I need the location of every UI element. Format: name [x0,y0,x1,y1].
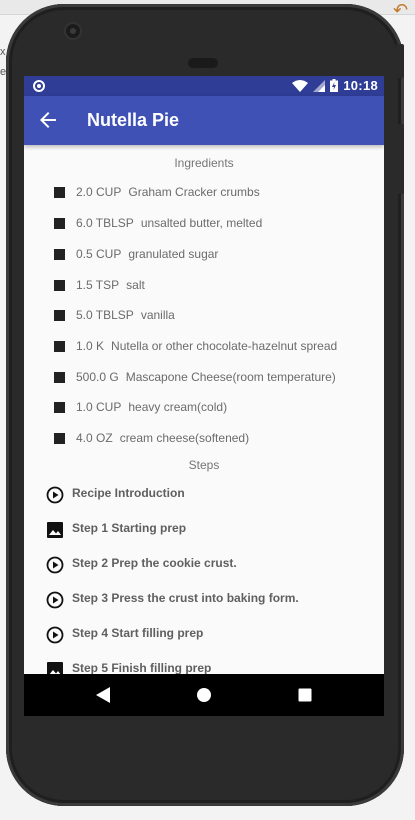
back-button[interactable] [36,108,60,132]
ingredient-quantity: 5.0 TBLSP [76,308,134,322]
ingredient-quantity: 1.5 TSP [76,278,120,292]
wifi-icon [292,79,309,92]
ingredient-item: 1.0 CUP heavy cream(cold) [54,397,227,417]
ingredient-name: granulated sugar [128,247,219,261]
ingredient-item: 1.0 K Nutella or other chocolate-hazelnu… [54,336,337,356]
ingredient-name: Nutella or other chocolate-hazelnut spre… [111,339,338,353]
desktop-fragment: x [0,46,6,58]
image-icon [47,662,63,674]
ingredient-name: unsalted butter, melted [140,216,263,230]
nav-home-button[interactable] [179,674,229,716]
ingredient-name: Mascapone Cheese(room temperature) [125,370,336,384]
bullet-icon [54,401,65,413]
battery-icon [330,79,339,92]
app-bar: Nutella Pie [24,96,384,145]
step-label: Step 3 Press the crust into baking form. [72,591,299,605]
play-circle-icon [46,556,64,574]
image-icon [47,522,63,538]
ingredient-item: 500.0 G Mascapone Cheese(room temperatur… [54,367,336,387]
ingredient-name: vanilla [140,308,175,322]
status-icons: 10:18 [292,78,378,93]
step-label: Step 5 Finish filling prep [72,661,212,674]
bullet-icon [54,371,65,383]
earpiece-speaker [188,58,218,68]
ingredient-item: 4.0 OZ cream cheese(softened) [54,428,249,448]
ingredient-item: 1.5 TSP salt [54,275,145,295]
nav-back-button[interactable] [78,674,128,716]
status-time: 10:18 [343,78,378,93]
ingredient-item: 2.0 CUP Graham Cracker crumbs [54,182,260,202]
ingredient-quantity: 1.0 CUP [76,400,122,414]
front-camera [66,24,80,38]
bullet-icon [54,186,65,198]
bullet-icon [54,279,65,291]
ingredient-quantity: 500.0 G [76,370,119,384]
triangle-back-icon [96,687,110,703]
phone-screen: 10:18 Nutella Pie Ingredients 2.0 CUP Gr… [24,76,384,716]
ingredient-quantity: 4.0 OZ [76,431,113,445]
bullet-icon [54,248,65,260]
nav-recents-button[interactable] [280,674,330,716]
circle-home-icon [197,688,211,702]
volume-button [396,124,404,194]
undo-icon: ↶ [393,0,409,20]
ingredient-name: cream cheese(softened) [119,431,250,445]
play-circle-icon [46,486,64,504]
ingredient-quantity: 1.0 K [76,339,105,353]
recipe-detail-list[interactable]: Ingredients 2.0 CUP Graham Cracker crumb… [24,145,384,674]
ingredient-quantity: 0.5 CUP [76,247,122,261]
bullet-icon [54,217,65,229]
notification-icon [33,80,45,92]
status-bar: 10:18 [24,76,384,96]
ingredient-item: 6.0 TBLSP unsalted butter, melted [54,213,262,233]
signal-icon [313,79,326,92]
ingredient-name: salt [126,278,145,292]
ingredient-quantity: 6.0 TBLSP [76,216,134,230]
bullet-icon [54,309,65,321]
ingredients-header: Ingredients [174,156,234,170]
ingredient-name: heavy cream(cold) [128,400,228,414]
step-label: Step 1 Starting prep [72,521,187,535]
step-label: Step 2 Prep the cookie crust. [72,556,237,570]
ingredient-quantity: 2.0 CUP [76,185,122,199]
step-label: Recipe Introduction [72,486,185,500]
step-label: Step 4 Start filling prep [72,626,204,640]
arrow-back-icon [40,112,56,128]
play-circle-icon [46,591,64,609]
ingredient-item: 5.0 TBLSP vanilla [54,305,175,325]
power-button [396,44,404,78]
square-recents-icon [298,688,312,702]
ingredient-item: 0.5 CUP granulated sugar [54,244,218,264]
system-nav-bar [24,674,384,716]
bullet-icon [54,432,65,444]
play-circle-icon [46,626,64,644]
ingredient-name: Graham Cracker crumbs [128,185,260,199]
recipe-title: Nutella Pie [87,110,180,130]
steps-header: Steps [188,458,220,472]
bullet-icon [54,340,65,352]
